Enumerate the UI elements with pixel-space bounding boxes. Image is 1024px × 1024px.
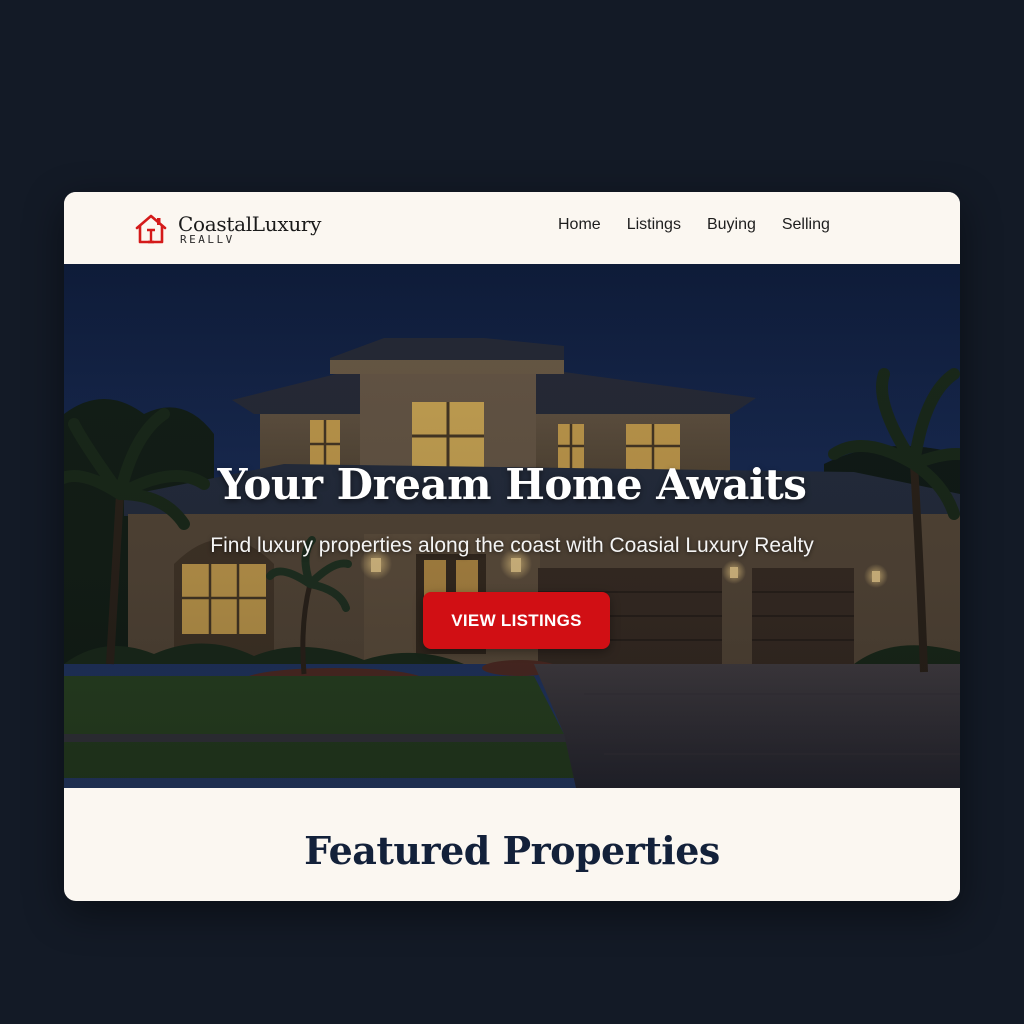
main-nav: Home Listings Buying Selling bbox=[558, 216, 830, 234]
nav-home[interactable]: Home bbox=[558, 216, 601, 234]
brand-logo[interactable]: CoastalLuxury REALLV bbox=[134, 212, 344, 248]
nav-selling[interactable]: Selling bbox=[782, 216, 830, 234]
nav-buying[interactable]: Buying bbox=[707, 216, 756, 234]
website-frame: CoastalLuxury REALLV Home Listings Buyin… bbox=[64, 192, 960, 901]
nav-listings[interactable]: Listings bbox=[627, 216, 681, 234]
site-header: CoastalLuxury REALLV Home Listings Buyin… bbox=[64, 192, 960, 265]
brand-subtitle: REALLV bbox=[180, 233, 235, 246]
house-logo-icon bbox=[135, 214, 167, 244]
view-listings-button[interactable]: VIEW LISTINGS bbox=[423, 592, 610, 649]
hero-overlay bbox=[64, 264, 960, 788]
hero-section: Your Dream Home Awaits Find luxury prope… bbox=[64, 264, 960, 788]
hero-subtitle: Find luxury properties along the coast w… bbox=[210, 534, 814, 557]
hero-title: Your Dream Home Awaits bbox=[217, 460, 807, 509]
featured-properties-heading: Featured Properties bbox=[304, 828, 720, 873]
